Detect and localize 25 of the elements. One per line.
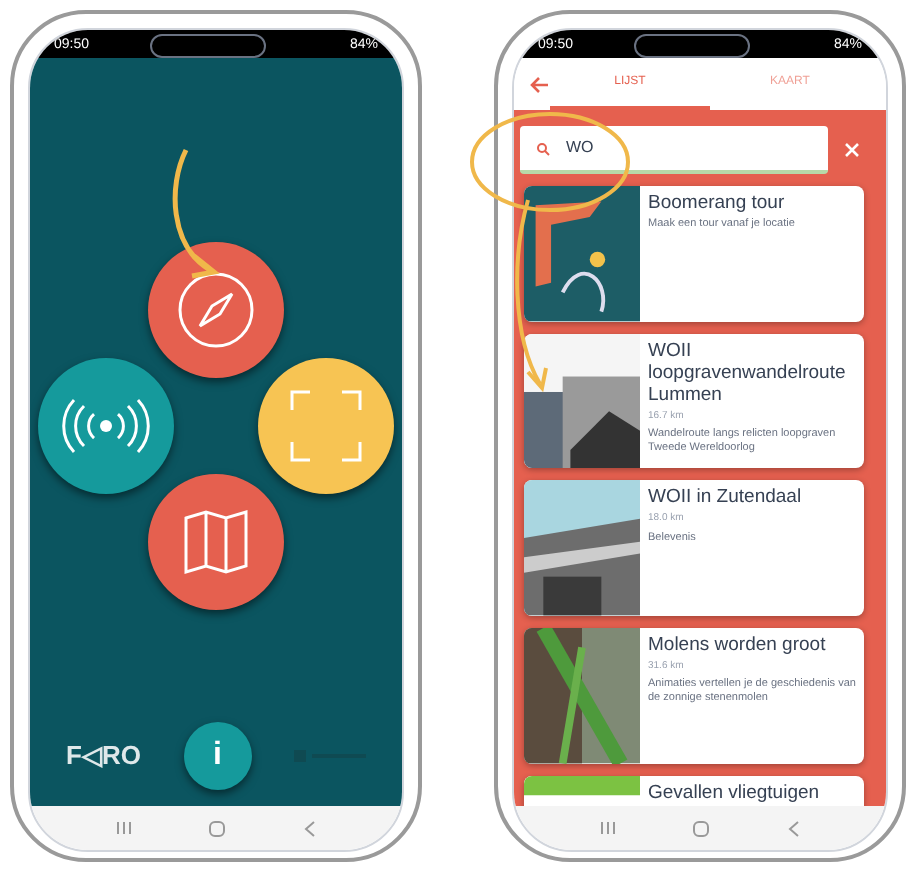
back-icon[interactable] [787, 819, 800, 837]
close-icon[interactable] [844, 142, 860, 158]
search-field[interactable]: WO [520, 126, 828, 174]
tour-title: Boomerang tour [648, 192, 787, 214]
back-icon[interactable] [303, 819, 316, 837]
recent-apps-icon[interactable] [116, 820, 133, 836]
scan-button[interactable] [258, 358, 394, 494]
home-icon[interactable] [692, 819, 711, 837]
search-icon [536, 141, 550, 155]
recent-apps-icon[interactable] [600, 820, 617, 836]
tour-title: Molens worden groot [648, 633, 828, 656]
map-icon [180, 506, 252, 578]
compass-button[interactable] [148, 242, 284, 378]
tour-title: WOII in Zutendaal [648, 486, 804, 509]
tour-card[interactable]: Gevallen vliegtuigen [524, 775, 864, 806]
tour-title: Gevallen vliegtuigen [648, 781, 822, 804]
signal-button[interactable] [38, 358, 174, 494]
compass-icon [176, 270, 256, 350]
faro-logo: F◁RO [66, 738, 141, 775]
home-icon[interactable] [208, 819, 227, 837]
scan-frame-icon [286, 386, 366, 466]
back-arrow-icon[interactable] [530, 75, 550, 93]
map-button[interactable] [148, 474, 284, 610]
broadcast-icon [60, 396, 152, 456]
tour-title: WOII loopgravenwandelroute Lummen [648, 339, 848, 406]
